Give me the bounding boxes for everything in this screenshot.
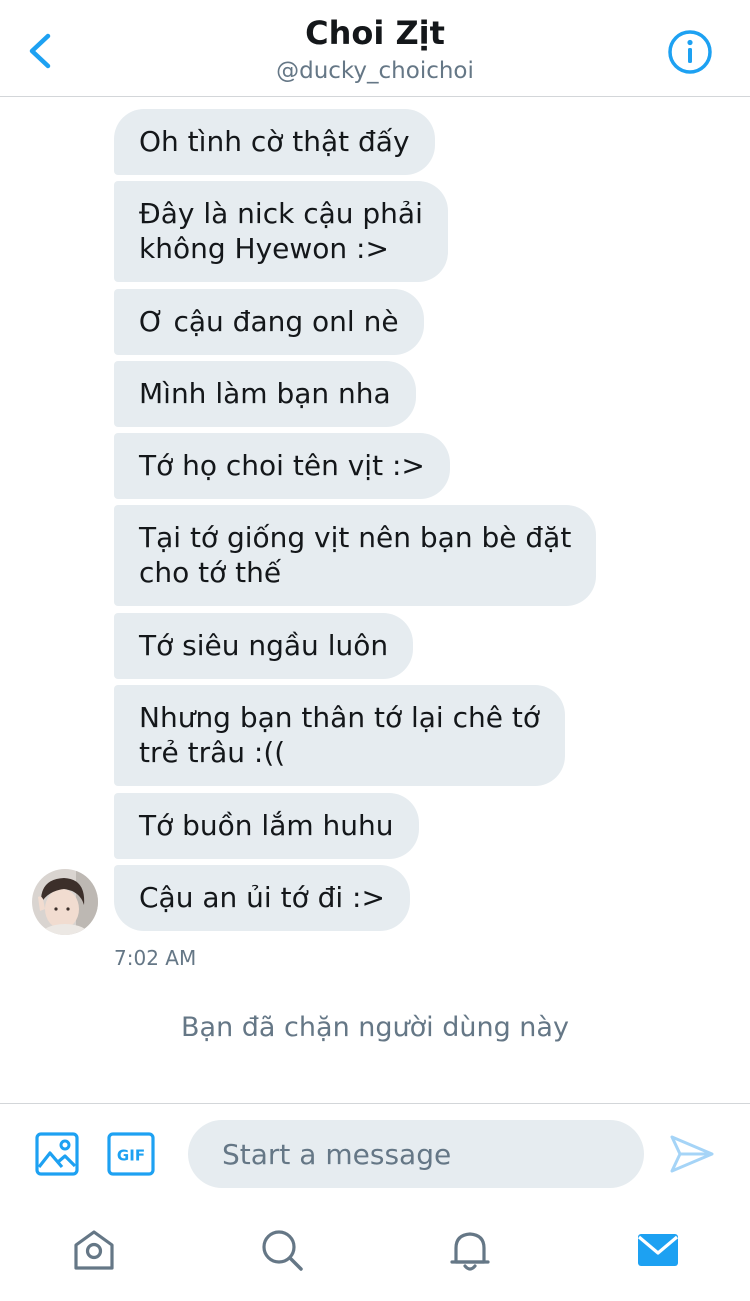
info-button[interactable] (666, 28, 714, 76)
message-thread[interactable]: Oh tình cờ thật đấy Đây là nick cậu phải… (0, 97, 750, 1103)
conversation-header: Choi Zịt @ducky_choichoi (0, 0, 750, 97)
avatar[interactable] (32, 869, 98, 935)
gif-icon: GIF (107, 1132, 155, 1176)
tab-notifications[interactable] (446, 1226, 494, 1274)
message-bubble[interactable]: Cậu an ủi tớ đi :> (114, 865, 410, 931)
home-icon (74, 1230, 114, 1270)
send-icon (670, 1135, 714, 1173)
info-icon (668, 30, 712, 74)
message-bubble[interactable]: Nhưng bạn thân tớ lại chê tớ trẻ trâu :(… (114, 685, 565, 786)
message-bubble[interactable]: Tớ buồn lắm huhu (114, 793, 419, 859)
message-bubble[interactable]: Tại tớ giống vịt nên bạn bè đặt cho tớ t… (114, 505, 597, 606)
conversation-title[interactable]: Choi Zịt (0, 14, 750, 52)
search-icon (262, 1230, 303, 1271)
message-bubble[interactable]: Mình làm bạn nha (114, 361, 416, 427)
message-bubble[interactable]: Đây là nick cậu phải không Hyewon :> (114, 181, 448, 282)
gif-button[interactable]: GIF (107, 1131, 155, 1177)
message-composer: GIF (0, 1103, 750, 1204)
add-media-button[interactable] (34, 1131, 80, 1177)
tab-home[interactable] (70, 1226, 118, 1274)
send-button[interactable] (668, 1131, 716, 1177)
conversation-handle[interactable]: @ducky_choichoi (0, 58, 750, 84)
message-input[interactable] (188, 1120, 644, 1188)
blocked-notice: Bạn đã chặn người dùng này (181, 1012, 569, 1043)
bottom-tab-bar (0, 1204, 750, 1301)
bell-icon (450, 1232, 490, 1271)
message-bubble[interactable]: Tớ siêu ngầu luôn (114, 613, 414, 679)
gif-label: GIF (117, 1147, 145, 1165)
message-bubble[interactable]: Tớ họ choi tên vịt :> (114, 433, 450, 499)
message-bubble[interactable]: Ơ cậu đang onl nè (114, 289, 424, 355)
message-bubble[interactable]: Oh tình cờ thật đấy (114, 109, 435, 175)
image-icon (35, 1132, 79, 1176)
message-timestamp: 7:02 AM (114, 946, 197, 970)
tab-search[interactable] (258, 1226, 306, 1274)
mail-icon (637, 1234, 679, 1266)
tab-messages[interactable] (634, 1226, 682, 1274)
